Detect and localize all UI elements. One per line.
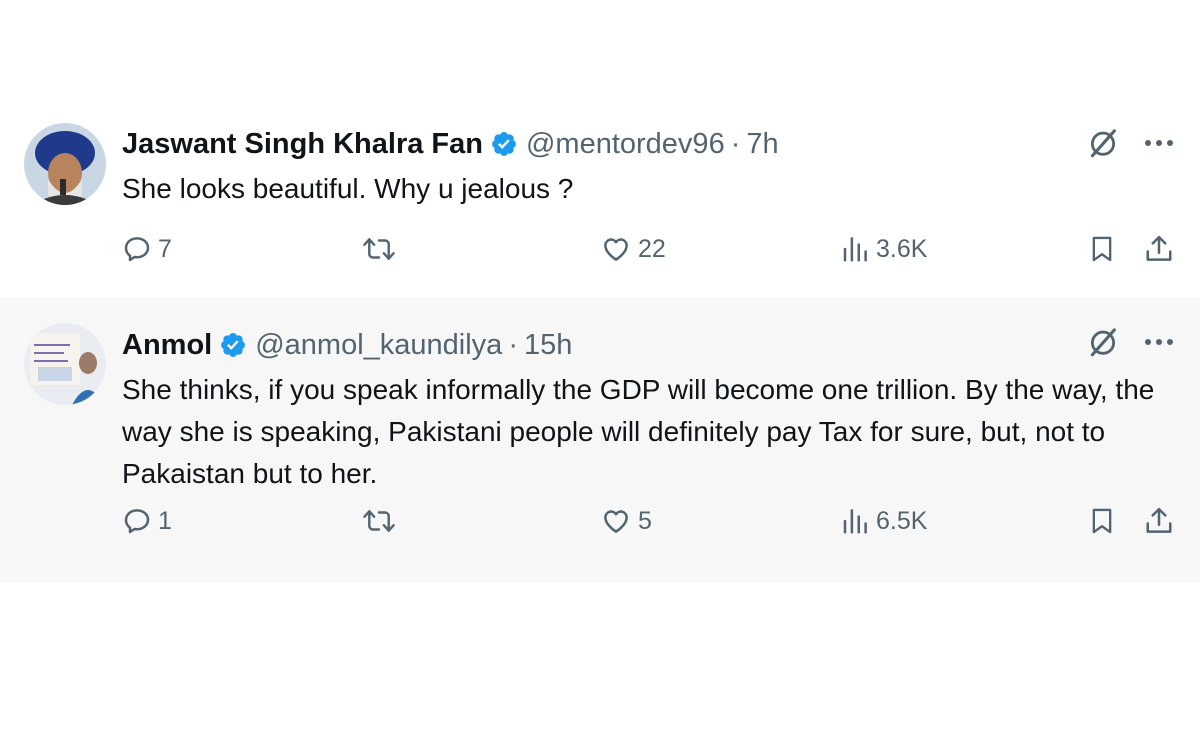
reply-feed: Jaswant Singh Khalra Fan @mentordev96 · … [0,110,1200,582]
tweet[interactable]: Anmol @anmol_kaundilya · 15h She thinks,… [0,298,1200,582]
like-count: 22 [638,234,666,263]
display-name[interactable]: Anmol [122,329,212,362]
separator-dot: · [730,127,741,160]
tweet-top-actions [1086,126,1174,160]
reply-icon [122,506,152,536]
avatar[interactable] [24,323,106,405]
share-icon [1144,506,1174,536]
reply-button[interactable]: 7 [122,234,172,264]
view-count: 3.6K [876,234,928,263]
tweet[interactable]: Jaswant Singh Khalra Fan @mentordev96 · … [0,110,1200,298]
user-handle[interactable]: @anmol_kaundilya [255,329,502,362]
reply-button[interactable]: 1 [122,506,172,536]
bookmark-icon [1088,234,1116,264]
share-button[interactable] [1144,234,1174,264]
more-icon[interactable] [1144,138,1174,148]
like-count: 5 [638,506,652,535]
avatar[interactable] [24,123,106,205]
share-icon [1144,234,1174,264]
like-button[interactable]: 22 [600,234,666,264]
retweet-icon [362,234,396,264]
more-icon[interactable] [1144,337,1174,347]
like-button[interactable]: 5 [600,506,652,536]
reply-count: 7 [158,234,172,263]
views-icon [840,506,870,536]
tweet-actions: 7 22 3.6K [122,234,1174,274]
share-button[interactable] [1144,506,1174,536]
verified-badge-icon [490,130,518,158]
retweet-button[interactable] [362,506,396,536]
heart-icon [600,506,632,536]
grok-icon[interactable] [1086,325,1120,359]
grok-icon[interactable] [1086,126,1120,160]
reply-count: 1 [158,506,172,535]
verified-badge-icon [219,331,247,359]
bookmark-button[interactable] [1088,506,1116,536]
tweet-actions: 1 5 6.5K [122,506,1174,546]
view-count: 6.5K [876,506,928,535]
separator-dot: · [508,328,518,361]
views-button[interactable]: 6.5K [840,506,927,536]
retweet-icon [362,506,396,536]
heart-icon [600,234,632,264]
bookmark-icon [1088,506,1116,536]
timestamp[interactable]: 15h [524,329,572,362]
user-handle[interactable]: @mentordev96 [526,128,725,161]
tweet-header: Jaswant Singh Khalra Fan @mentordev96 · … [122,126,1160,162]
tweet-body: Jaswant Singh Khalra Fan @mentordev96 · … [122,126,1160,210]
tweet-body: Anmol @anmol_kaundilya · 15h She thinks,… [122,327,1160,495]
display-name[interactable]: Jaswant Singh Khalra Fan [122,128,483,161]
tweet-header: Anmol @anmol_kaundilya · 15h [122,327,1160,363]
retweet-button[interactable] [362,234,396,264]
reply-icon [122,234,152,264]
tweet-text: She thinks, if you speak informally the … [122,374,1155,489]
timestamp[interactable]: 7h [746,128,778,161]
bookmark-button[interactable] [1088,234,1116,264]
tweet-text: She looks beautiful. Why u jealous ? [122,173,574,204]
views-button[interactable]: 3.6K [840,234,927,264]
tweet-top-actions [1086,325,1174,359]
views-icon [840,234,870,264]
